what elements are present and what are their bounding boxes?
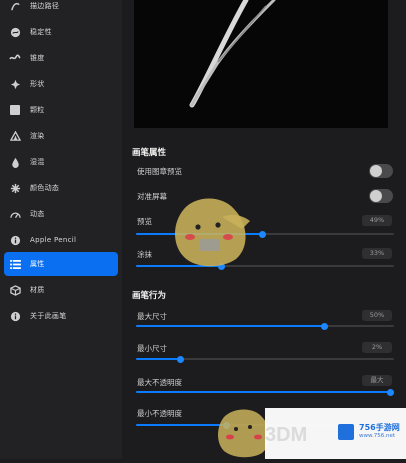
- sidebar-item-apple-pencil[interactable]: Apple Pencil: [4, 228, 118, 252]
- sidebar-item-stabilization[interactable]: 稳定性: [4, 20, 118, 44]
- site-watermark-url: www.756.net: [359, 433, 396, 439]
- apple-pencil-icon: [9, 234, 21, 246]
- slider-fill: [136, 325, 324, 327]
- sidebar-item-label: 形状: [30, 80, 45, 88]
- slider-fill: [136, 358, 180, 360]
- slider-handle[interactable]: [259, 230, 266, 238]
- slider-fill: [136, 424, 226, 426]
- sidebar-item-label: 湿混: [30, 158, 45, 166]
- sidebar-item-about-brush[interactable]: 关于此画笔: [4, 304, 118, 328]
- smudge-value: 33%: [362, 248, 392, 259]
- sidebar-item-label: 锥度: [30, 54, 45, 62]
- stabilization-icon: [9, 26, 21, 38]
- grain-icon: [9, 104, 21, 116]
- min-size-value: 2%: [362, 342, 392, 353]
- stamp-preview-toggle[interactable]: [369, 164, 393, 178]
- stamp-preview-label: 使用图章预览: [137, 167, 182, 176]
- max-opacity-label: 最大不透明度: [137, 378, 182, 387]
- mascot-watermark: [170, 195, 256, 275]
- brush-settings-panel: 画笔属性 使用图章预览 对准屏幕 预览 49% 涂抹 33% 画笔行为 最大尺寸…: [122, 0, 406, 459]
- brush-properties-heading: 画笔属性: [132, 148, 167, 158]
- toggle-knob: [370, 165, 382, 177]
- orient-to-screen-toggle[interactable]: [369, 189, 393, 203]
- max-opacity-slider[interactable]: [136, 388, 394, 396]
- sidebar-item-label: 颗粒: [30, 106, 45, 114]
- site-watermark-title: 756手游网: [359, 423, 400, 432]
- sidebar-item-rendering[interactable]: 渲染: [4, 124, 118, 148]
- max-size-value: 50%: [362, 310, 392, 321]
- sidebar-item-color-dynamics[interactable]: 颜色动态: [4, 176, 118, 200]
- sidebar-item-label: 动态: [30, 210, 45, 218]
- sidebar-item-stroke-path[interactable]: 描边路径: [4, 0, 118, 18]
- brush-stroke-preview: [134, 0, 388, 128]
- sidebar-item-materials[interactable]: 材质: [4, 278, 118, 302]
- rendering-icon: [9, 130, 21, 142]
- min-size-label: 最小尺寸: [137, 344, 167, 353]
- about-brush-icon: [9, 310, 21, 322]
- slider-handle[interactable]: [321, 322, 328, 330]
- max-size-label: 最大尺寸: [137, 312, 167, 321]
- sidebar-item-label: 描边路径: [30, 2, 60, 10]
- stroke-path-icon: [9, 0, 21, 12]
- settings-sidebar: 描边路径 稳定性 锥度 形状 颗粒 渲染 湿混 颜色动态 动态 Apple Pe…: [0, 0, 123, 459]
- min-opacity-label: 最小不透明度: [137, 409, 182, 418]
- sidebar-item-label: 渲染: [30, 132, 45, 140]
- sidebar-item-label: 材质: [30, 286, 45, 294]
- orient-to-screen-label: 对准屏幕: [137, 192, 167, 201]
- smudge-label: 涂抹: [137, 250, 152, 259]
- max-opacity-value: 最大: [362, 375, 392, 386]
- color-dynamics-icon: [9, 182, 21, 194]
- sidebar-item-label: Apple Pencil: [30, 236, 77, 244]
- min-size-slider[interactable]: [136, 355, 394, 363]
- max-size-slider[interactable]: [136, 322, 394, 330]
- slider-fill: [136, 391, 394, 393]
- sidebar-item-wet-mix[interactable]: 湿混: [4, 150, 118, 174]
- shape-icon: [9, 78, 21, 90]
- sidebar-item-shape[interactable]: 形状: [4, 72, 118, 96]
- brand-watermark: 3DM: [265, 424, 308, 446]
- materials-icon: [9, 284, 21, 296]
- properties-icon: [9, 258, 21, 270]
- brush-behavior-heading: 画笔行为: [132, 291, 167, 301]
- sidebar-item-dynamics[interactable]: 动态: [4, 202, 118, 226]
- site-logo-icon: [338, 424, 354, 440]
- sidebar-item-label: 关于此画笔: [30, 312, 67, 320]
- sidebar-item-taper[interactable]: 锥度: [4, 46, 118, 70]
- taper-icon: [9, 52, 21, 64]
- sidebar-item-properties[interactable]: 属性: [4, 252, 118, 276]
- wet-mix-icon: [9, 156, 21, 168]
- sidebar-item-label: 稳定性: [30, 28, 52, 36]
- preview-size-value: 49%: [362, 215, 392, 226]
- sidebar-item-label: 属性: [30, 260, 45, 268]
- dynamics-icon: [9, 208, 21, 220]
- sidebar-item-label: 颜色动态: [30, 184, 60, 192]
- brush-stroke-image: [189, 0, 276, 108]
- slider-handle[interactable]: [387, 388, 394, 396]
- slider-handle[interactable]: [177, 355, 184, 363]
- sidebar-item-grain[interactable]: 颗粒: [4, 98, 118, 122]
- toggle-knob: [370, 190, 382, 202]
- preview-size-label: 预览: [137, 217, 152, 226]
